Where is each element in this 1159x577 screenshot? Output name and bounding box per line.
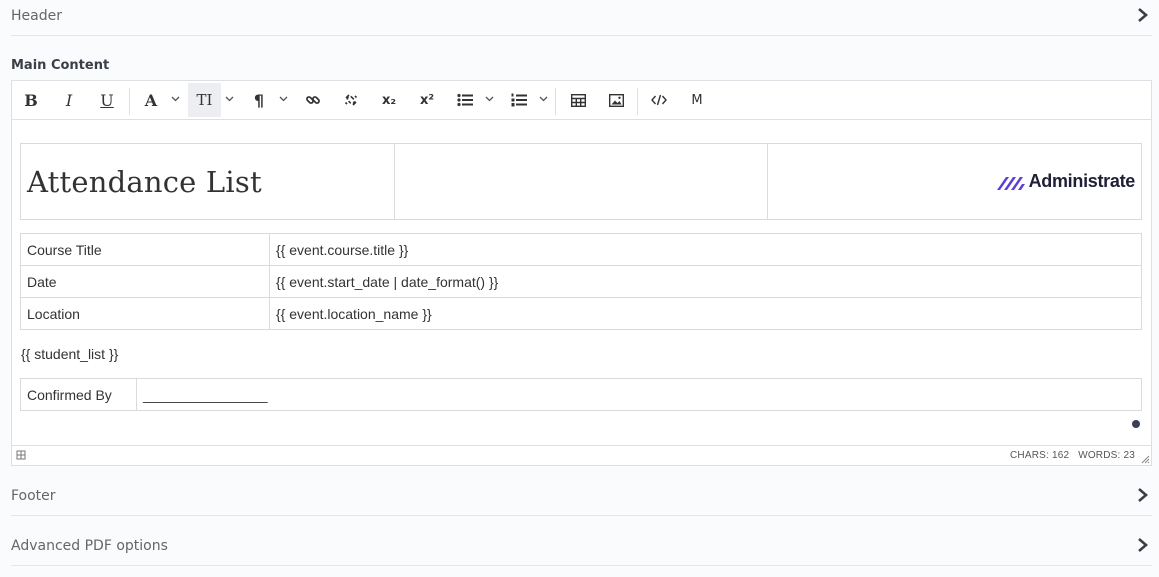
table-row: Date {{ event.start_date | date_format()…	[21, 266, 1142, 298]
superscript-button[interactable]: x²	[416, 83, 438, 117]
bold-icon: B	[24, 91, 38, 110]
font-size-icon: TI	[197, 91, 213, 109]
paragraph-button[interactable]: ¶	[249, 83, 269, 117]
underline-icon: U	[100, 91, 113, 110]
confirmed-by-label: Confirmed By	[21, 379, 137, 411]
row-label: Course Title	[21, 234, 270, 266]
table-row: Location {{ event.location_name }}	[21, 298, 1142, 330]
row-value: {{ event.start_date | date_format() }}	[270, 266, 1142, 298]
administrate-logo-mark-icon	[997, 174, 1027, 190]
char-word-count: CHARS: 162 WORDS: 23	[1010, 450, 1135, 461]
advanced-pdf-options-title: Advanced PDF options	[11, 538, 168, 554]
toolbar-divider	[637, 88, 638, 115]
signature-line: ________________	[137, 379, 1142, 411]
editor-toolbar: B I U A TI ¶ x₂ x²	[12, 81, 1151, 120]
title-cell: Attendance List	[21, 144, 395, 220]
header-section[interactable]: Header	[11, 0, 1152, 36]
markdown-button[interactable]: M	[686, 83, 708, 117]
superscript-icon: x²	[420, 93, 434, 108]
resize-grip-icon[interactable]	[1140, 454, 1150, 464]
bulleted-list-icon	[457, 93, 473, 107]
markdown-icon: M	[691, 93, 702, 108]
document-header-table: Attendance List Administrate	[20, 143, 1142, 220]
insert-table-button[interactable]	[567, 83, 589, 117]
numbered-list-icon	[511, 93, 527, 107]
header-section-title: Header	[11, 8, 62, 24]
table-resize-icon[interactable]	[16, 450, 26, 460]
empty-cell	[395, 144, 768, 220]
document-title: Attendance List	[27, 165, 262, 199]
chevron-right-icon[interactable]	[1135, 537, 1149, 553]
table-row: Confirmed By ________________	[21, 379, 1142, 411]
toolbar-divider	[555, 88, 556, 115]
font-color-button[interactable]: A	[140, 83, 162, 117]
confirmation-table: Confirmed By ________________	[20, 378, 1142, 411]
drag-handle-dot[interactable]	[1132, 420, 1140, 428]
row-value: {{ event.course.title }}	[270, 234, 1142, 266]
bulleted-list-button[interactable]	[454, 83, 476, 117]
footer-section[interactable]: Footer	[11, 480, 1152, 516]
char-count: CHARS: 162	[1010, 450, 1069, 461]
row-label: Location	[21, 298, 270, 330]
chevron-down-icon[interactable]	[485, 96, 494, 102]
italic-icon: I	[66, 91, 72, 110]
toolbar-divider	[129, 88, 130, 115]
chevron-down-icon[interactable]	[279, 96, 288, 102]
logo-wordmark: Administrate	[1029, 171, 1135, 192]
code-view-icon	[651, 94, 667, 106]
link-icon	[305, 92, 321, 108]
editor-content[interactable]: Attendance List Administrate Course Titl…	[12, 121, 1151, 445]
logo-cell: Administrate	[768, 144, 1142, 220]
subscript-icon: x₂	[382, 93, 396, 108]
font-color-icon: A	[145, 91, 157, 110]
word-count: WORDS: 23	[1078, 450, 1135, 461]
unlink-button[interactable]	[340, 83, 362, 117]
row-label: Date	[21, 266, 270, 298]
row-value: {{ event.location_name }}	[270, 298, 1142, 330]
student-list-placeholder: {{ student_list }}	[21, 346, 118, 362]
numbered-list-button[interactable]	[508, 83, 530, 117]
chevron-right-icon[interactable]	[1135, 7, 1149, 23]
administrate-logo: Administrate	[774, 171, 1135, 192]
table-icon	[571, 94, 586, 107]
image-icon	[609, 94, 624, 107]
chevron-right-icon[interactable]	[1135, 487, 1149, 503]
bold-button[interactable]: B	[20, 83, 42, 117]
subscript-button[interactable]: x₂	[378, 83, 400, 117]
advanced-pdf-options-section[interactable]: Advanced PDF options	[11, 530, 1152, 566]
event-info-table: Course Title {{ event.course.title }} Da…	[20, 233, 1142, 330]
chevron-down-icon[interactable]	[539, 96, 548, 102]
chevron-down-icon[interactable]	[225, 96, 234, 102]
chevron-down-icon[interactable]	[171, 96, 180, 102]
underline-button[interactable]: U	[96, 83, 118, 117]
italic-button[interactable]: I	[58, 83, 80, 117]
paragraph-icon: ¶	[254, 91, 264, 110]
footer-section-title: Footer	[11, 488, 56, 504]
insert-link-button[interactable]	[302, 83, 324, 117]
editor-statusbar: CHARS: 162 WORDS: 23	[12, 445, 1151, 465]
insert-image-button[interactable]	[605, 83, 627, 117]
table-row: Course Title {{ event.course.title }}	[21, 234, 1142, 266]
unlink-icon	[343, 92, 359, 108]
code-view-button[interactable]	[648, 83, 670, 117]
font-size-button[interactable]: TI	[188, 83, 221, 117]
main-content-label: Main Content	[11, 58, 109, 73]
rich-text-editor[interactable]: B I U A TI ¶ x₂ x²	[11, 80, 1152, 466]
